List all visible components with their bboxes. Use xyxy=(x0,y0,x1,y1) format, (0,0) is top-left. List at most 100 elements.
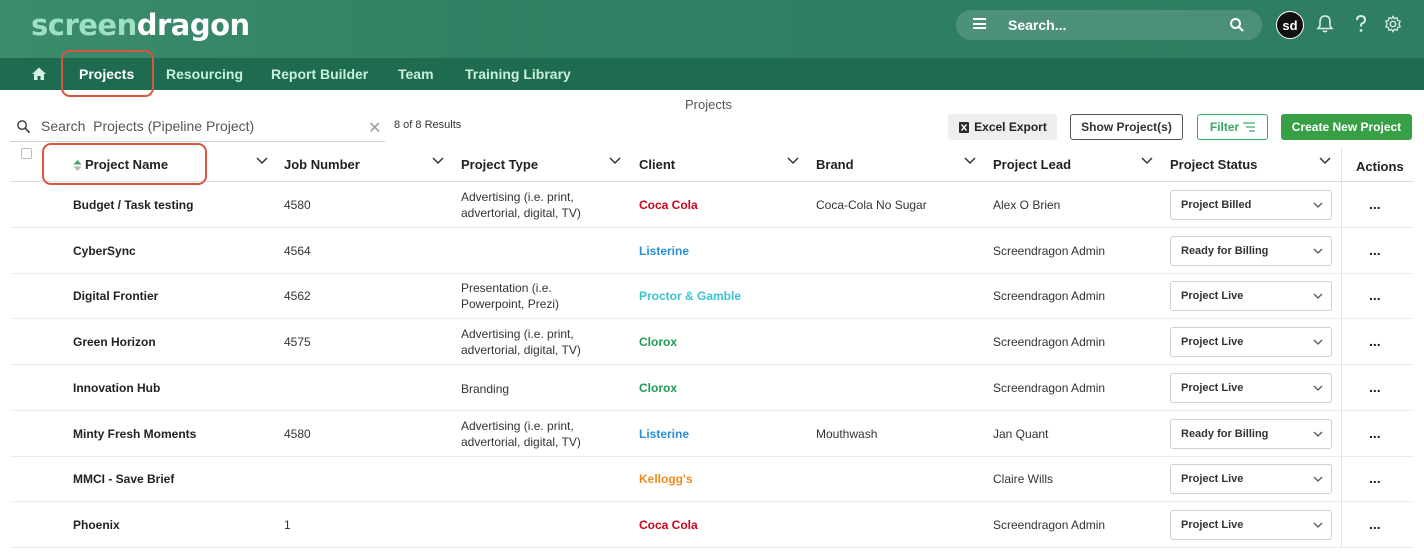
client-cell[interactable]: Clorox xyxy=(639,335,677,349)
search-icon[interactable] xyxy=(1229,17,1245,33)
client-cell[interactable]: Clorox xyxy=(639,381,677,395)
project-name-cell[interactable]: Minty Fresh Moments xyxy=(73,427,196,441)
chevron-down-icon[interactable] xyxy=(787,157,799,165)
project-status-select[interactable]: Project Live xyxy=(1170,327,1332,358)
main-nav: Projects Resourcing Report Builder Team … xyxy=(0,58,1424,90)
row-actions-menu[interactable]: ... xyxy=(1369,242,1381,258)
user-avatar[interactable]: sd xyxy=(1276,11,1304,39)
row-actions-menu[interactable]: ... xyxy=(1369,287,1381,303)
project-name-cell[interactable]: Digital Frontier xyxy=(73,289,158,303)
table-header: Project Name Job Number Project Type Cli… xyxy=(10,148,1414,182)
table-row[interactable]: Minty Fresh Moments 4580 Advertising (i.e.… xyxy=(10,411,1414,457)
project-type-cell: Presentation (i.e. Powerpoint, Prezi) xyxy=(461,281,560,312)
column-header-project-lead[interactable]: Project Lead xyxy=(993,157,1071,172)
chevron-down-icon xyxy=(1313,385,1323,391)
column-header-actions: Actions xyxy=(1356,159,1404,174)
chevron-down-icon[interactable] xyxy=(1319,157,1331,165)
row-actions-menu[interactable]: ... xyxy=(1369,470,1381,486)
row-actions-menu[interactable]: ... xyxy=(1369,196,1381,212)
table-row[interactable]: Innovation Hub Branding Clorox Screendragon… xyxy=(10,365,1414,411)
excel-export-label: Excel Export xyxy=(974,120,1047,134)
row-actions-menu[interactable]: ... xyxy=(1369,333,1381,349)
project-name-cell[interactable]: Innovation Hub xyxy=(73,381,160,395)
table-row[interactable]: Budget / Task testing 4580 Advertising (i.… xyxy=(10,182,1414,228)
table-row[interactable]: Digital Frontier 4562 Presentation (i.e. P… xyxy=(10,273,1414,320)
search-icon xyxy=(17,120,31,134)
project-status-value: Ready for Billing xyxy=(1181,244,1269,257)
create-new-project-label: Create New Project xyxy=(1291,120,1402,134)
column-header-brand[interactable]: Brand xyxy=(816,157,854,172)
highlight-project-name-column xyxy=(42,143,207,185)
help-icon[interactable] xyxy=(1352,14,1370,34)
project-search-input[interactable] xyxy=(41,118,381,134)
project-type-cell: Advertising (i.e. print, advertorial, di… xyxy=(461,327,581,358)
project-type-cell: Advertising (i.e. print, advertorial, di… xyxy=(461,418,581,449)
brand-cell: Coca-Cola No Sugar xyxy=(816,198,927,212)
client-cell[interactable]: Kellogg's xyxy=(639,472,693,486)
table-row[interactable]: Phoenix 1 Coca Cola Screendragon Admin Proje… xyxy=(10,502,1414,548)
table-row[interactable]: Green Horizon 4575 Advertising (i.e. print… xyxy=(10,319,1414,366)
excel-export-button[interactable]: Excel Export xyxy=(948,114,1057,140)
project-status-select[interactable]: Project Live xyxy=(1170,464,1332,495)
column-header-job-number[interactable]: Job Number xyxy=(284,157,360,172)
chevron-down-icon[interactable] xyxy=(256,157,268,165)
select-all-checkbox[interactable] xyxy=(21,148,32,159)
column-header-project-type[interactable]: Project Type xyxy=(461,157,538,172)
table-row[interactable]: MMCI - Save Brief Kellogg's Claire Wills Pr… xyxy=(10,456,1414,503)
project-name-cell[interactable]: Green Horizon xyxy=(73,335,156,349)
project-status-select[interactable]: Ready for Billing xyxy=(1170,235,1332,266)
project-lead-cell: Screendragon Admin xyxy=(993,335,1106,350)
project-lead-cell: Screendragon Admin xyxy=(993,243,1106,258)
project-name-cell[interactable]: Budget / Task testing xyxy=(73,198,193,212)
row-actions-menu[interactable]: ... xyxy=(1369,425,1381,441)
row-actions-menu[interactable]: ... xyxy=(1369,379,1381,395)
project-name-cell[interactable]: Phoenix xyxy=(73,518,120,532)
project-status-value: Project Billed xyxy=(1181,199,1252,211)
client-cell[interactable]: Listerine xyxy=(639,244,689,258)
filter-button[interactable]: Filter xyxy=(1197,114,1268,140)
global-search[interactable]: Search... xyxy=(956,10,1262,40)
screendragon-logo[interactable]: screendragon xyxy=(31,8,250,42)
client-cell[interactable]: Coca Cola xyxy=(639,198,698,212)
client-cell[interactable]: Proctor & Gamble xyxy=(639,289,741,303)
project-status-select[interactable]: Ready for Billing xyxy=(1170,418,1332,449)
search-underline xyxy=(10,141,385,142)
chevron-down-icon[interactable] xyxy=(609,157,621,165)
hamburger-menu-icon[interactable] xyxy=(973,18,986,29)
project-status-value: Project Live xyxy=(1181,381,1244,394)
client-cell[interactable]: Coca Cola xyxy=(639,518,698,532)
chevron-down-icon xyxy=(1313,522,1323,528)
chevron-down-icon xyxy=(1313,431,1323,437)
project-status-select[interactable]: Project Live xyxy=(1170,281,1332,312)
client-cell[interactable]: Listerine xyxy=(639,427,689,441)
nav-resourcing[interactable]: Resourcing xyxy=(166,66,243,82)
clear-search-icon[interactable]: ✕ xyxy=(368,118,381,138)
row-actions-menu[interactable]: ... xyxy=(1369,516,1381,532)
project-name-cell[interactable]: MMCI - Save Brief xyxy=(73,472,174,486)
column-header-project-status[interactable]: Project Status xyxy=(1170,157,1257,172)
chevron-down-icon[interactable] xyxy=(432,157,444,165)
project-lead-cell: Jan Quant xyxy=(993,426,1049,441)
project-name-cell[interactable]: CyberSync xyxy=(73,244,136,258)
chevron-down-icon xyxy=(1313,202,1323,208)
project-status-select[interactable]: Project Live xyxy=(1170,509,1332,540)
highlight-projects-tab xyxy=(61,50,154,97)
project-lead-cell: Screendragon Admin xyxy=(993,380,1106,395)
create-new-project-button[interactable]: Create New Project xyxy=(1281,114,1412,140)
chevron-down-icon[interactable] xyxy=(1141,157,1153,165)
project-status-select[interactable]: Project Live xyxy=(1170,372,1332,403)
nav-report-builder[interactable]: Report Builder xyxy=(271,66,368,82)
project-status-select[interactable]: Project Billed xyxy=(1170,190,1332,220)
show-projects-button[interactable]: Show Project(s) xyxy=(1070,114,1183,140)
home-icon[interactable] xyxy=(31,66,47,82)
filter-lines-icon xyxy=(1243,122,1256,132)
project-status-value: Ready for Billing xyxy=(1181,427,1269,440)
column-header-client[interactable]: Client xyxy=(639,157,675,172)
project-lead-cell: Alex O Brien xyxy=(993,198,1061,212)
chevron-down-icon[interactable] xyxy=(964,157,976,165)
nav-team[interactable]: Team xyxy=(398,66,434,82)
nav-training-library[interactable]: Training Library xyxy=(465,66,571,82)
gear-icon[interactable] xyxy=(1384,14,1402,34)
table-row[interactable]: CyberSync 4564 Listerine Screendragon Admin… xyxy=(10,228,1414,274)
bell-icon[interactable] xyxy=(1316,14,1334,34)
